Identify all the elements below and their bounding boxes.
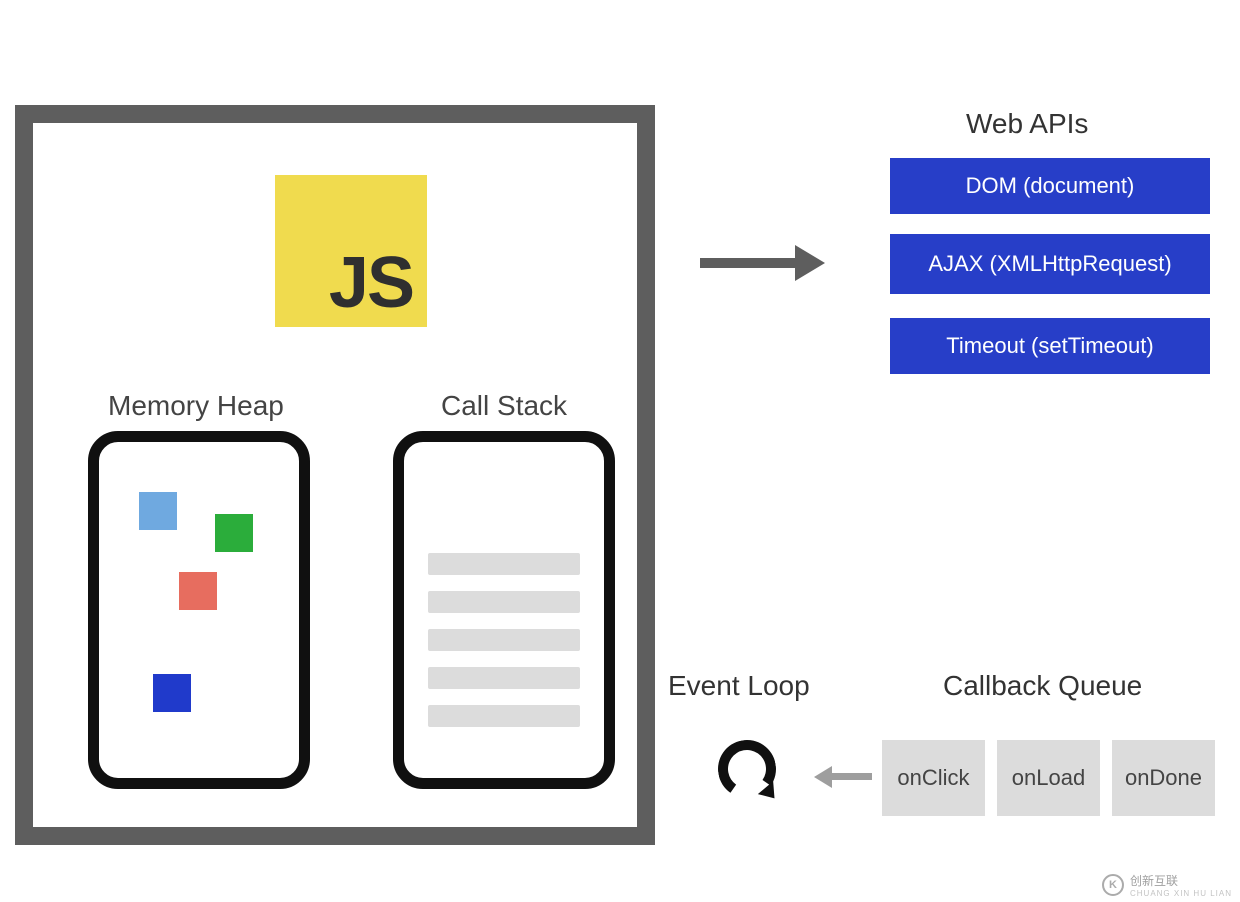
callback-box: onClick: [882, 740, 985, 816]
api-box-dom: DOM (document): [890, 158, 1210, 214]
callback-label: onClick: [897, 765, 969, 791]
stack-frame-icon: [428, 553, 580, 575]
heap-object-icon: [153, 674, 191, 712]
stack-frames: [404, 537, 604, 727]
heap-object-icon: [215, 514, 253, 552]
web-apis-title: Web APIs: [966, 108, 1088, 140]
watermark: K 创新互联 CHUANG XIN HU LIAN: [1102, 872, 1232, 898]
js-logo: JS: [275, 175, 427, 327]
api-box-timeout: Timeout (setTimeout): [890, 318, 1210, 374]
call-stack-panel: [393, 431, 615, 789]
arrow-right-icon: [700, 250, 830, 276]
js-engine-container: JS Memory Heap Call Stack: [15, 105, 655, 845]
watermark-brand: 创新互联: [1130, 872, 1232, 889]
memory-heap-title: Memory Heap: [108, 390, 284, 422]
api-label: Timeout (setTimeout): [946, 333, 1153, 359]
stack-frame-icon: [428, 629, 580, 651]
callback-label: onDone: [1125, 765, 1202, 791]
api-label: DOM (document): [966, 173, 1135, 199]
callback-queue-title: Callback Queue: [943, 670, 1142, 702]
heap-object-icon: [179, 572, 217, 610]
watermark-sub: CHUANG XIN HU LIAN: [1130, 889, 1232, 898]
heap-object-icon: [139, 492, 177, 530]
call-stack-title: Call Stack: [441, 390, 567, 422]
event-loop-title: Event Loop: [668, 670, 810, 702]
memory-heap-panel: [88, 431, 310, 789]
stack-frame-icon: [428, 591, 580, 613]
callback-box: onDone: [1112, 740, 1215, 816]
event-loop-icon: [718, 740, 788, 810]
callback-box: onLoad: [997, 740, 1100, 816]
stack-frame-icon: [428, 667, 580, 689]
js-logo-text: JS: [329, 247, 413, 319]
api-label: AJAX (XMLHttpRequest): [928, 251, 1171, 277]
callback-label: onLoad: [1012, 765, 1085, 791]
arrow-left-icon: [816, 768, 872, 786]
callback-queue-row: onClick onLoad onDone: [882, 740, 1215, 816]
watermark-logo-icon: K: [1102, 874, 1124, 896]
stack-frame-icon: [428, 705, 580, 727]
api-box-ajax: AJAX (XMLHttpRequest): [890, 234, 1210, 294]
